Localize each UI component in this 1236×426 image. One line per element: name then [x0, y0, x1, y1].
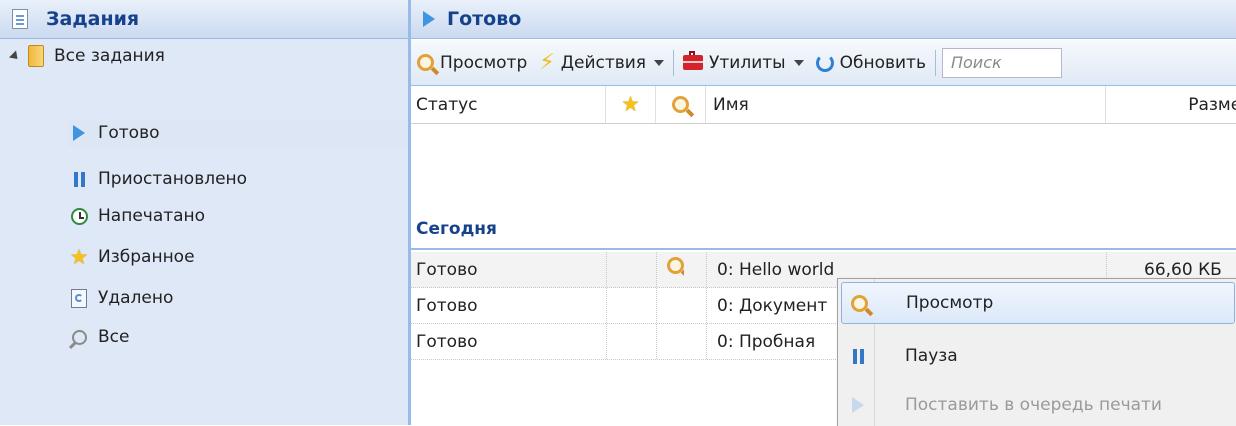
- tree-item-label: Избранное: [98, 247, 195, 267]
- tree-root-label: Все задания: [54, 46, 165, 66]
- tree-item-deleted[interactable]: Удалено: [68, 284, 173, 312]
- jobs-panel-title: Задания: [46, 8, 140, 30]
- magnifier-icon: [71, 329, 87, 345]
- menu-item-view[interactable]: Просмотр: [841, 282, 1235, 324]
- toolbar-separator: [934, 49, 936, 76]
- tree-item-label: Готово: [98, 123, 160, 143]
- recycle-bin-icon: [71, 288, 87, 308]
- grid-header: Статус ★ Имя Размер: [411, 86, 1236, 124]
- tree-root-all-jobs[interactable]: Все задания: [8, 42, 165, 70]
- column-preview[interactable]: [656, 86, 706, 123]
- refresh-button-label: Обновить: [839, 52, 926, 73]
- tree-item-label: Напечатано: [98, 206, 206, 226]
- play-icon: [852, 397, 864, 413]
- column-favorite[interactable]: ★: [606, 86, 656, 123]
- context-menu: Просмотр Пауза Поставить в очередь печат…: [837, 278, 1236, 426]
- preview-icon[interactable]: [667, 257, 684, 274]
- column-name[interactable]: Имя: [706, 86, 1106, 123]
- search-input[interactable]: Поиск: [941, 47, 1062, 78]
- actions-button[interactable]: ⚡ Действия: [533, 49, 670, 75]
- lightning-icon: ⚡: [539, 49, 555, 75]
- group-divider: [411, 248, 1236, 250]
- row-status: Готово: [416, 295, 478, 316]
- star-icon: ★: [621, 92, 640, 116]
- column-size[interactable]: Размер: [1106, 86, 1236, 123]
- chevron-down-icon: [654, 59, 665, 66]
- jobs-panel-header: Задания: [0, 0, 408, 39]
- refresh-button[interactable]: Обновить: [810, 53, 932, 73]
- row-name: 0: Документ: [717, 295, 828, 316]
- column-name-label: Имя: [713, 94, 749, 115]
- toolbar-separator: [673, 49, 675, 76]
- row-status: Готово: [416, 331, 478, 352]
- row-name: 0: Пробная: [717, 331, 816, 352]
- menu-item-label: Поставить в очередь печати: [905, 395, 1162, 415]
- row-name: 0: Hello world: [717, 259, 835, 280]
- menu-item-label: Просмотр: [906, 293, 994, 313]
- star-icon: ★: [69, 244, 89, 269]
- tree-item-label: Приостановлено: [98, 169, 248, 189]
- folder-icon: [28, 45, 44, 67]
- tree-item-all[interactable]: Все: [68, 323, 129, 351]
- column-size-label: Размер: [1188, 94, 1236, 115]
- list-panel-header: Готово: [411, 0, 1236, 39]
- toolbox-icon: [683, 51, 704, 70]
- list-panel-title: Готово: [447, 8, 522, 30]
- refresh-icon: [815, 53, 834, 72]
- group-header-today[interactable]: Сегодня: [416, 219, 497, 239]
- menu-item-pause[interactable]: Пауза: [841, 335, 1235, 377]
- menu-item-label: Пауза: [905, 346, 958, 366]
- row-status: Готово: [416, 259, 478, 280]
- tree-item-label: Удалено: [98, 288, 174, 308]
- view-button[interactable]: Просмотр: [411, 53, 533, 73]
- menu-item-queue-print: Поставить в очередь печати: [841, 384, 1235, 426]
- column-status[interactable]: Статус: [411, 86, 606, 123]
- document-icon: [12, 9, 28, 29]
- view-button-label: Просмотр: [440, 52, 528, 73]
- column-status-label: Статус: [416, 94, 478, 115]
- preview-icon: [850, 294, 868, 312]
- expand-triangle-icon[interactable]: [8, 49, 22, 63]
- printed-clock-icon: [70, 207, 88, 225]
- chevron-down-icon: [793, 59, 804, 66]
- preview-icon: [672, 96, 689, 113]
- pause-icon: [73, 171, 85, 187]
- actions-button-label: Действия: [560, 52, 647, 73]
- tree-item-label: Все: [98, 327, 130, 347]
- tree-item-ready[interactable]: Готово: [68, 119, 408, 147]
- toolbar: Просмотр ⚡ Действия Утилиты Обновить Пои…: [411, 40, 1236, 86]
- tree-item-printed[interactable]: Напечатано: [68, 202, 205, 230]
- utilities-button[interactable]: Утилиты: [677, 51, 810, 73]
- preview-icon: [417, 54, 434, 71]
- utilities-button-label: Утилиты: [709, 52, 786, 73]
- pause-icon: [852, 348, 864, 364]
- play-icon: [73, 125, 85, 141]
- tree-item-paused[interactable]: Приостановлено: [68, 165, 247, 193]
- tree-item-favorites[interactable]: ★ Избранное: [68, 243, 195, 271]
- jobs-panel: Задания Все задания Готово Приостановлен…: [0, 0, 408, 425]
- play-icon: [423, 11, 435, 27]
